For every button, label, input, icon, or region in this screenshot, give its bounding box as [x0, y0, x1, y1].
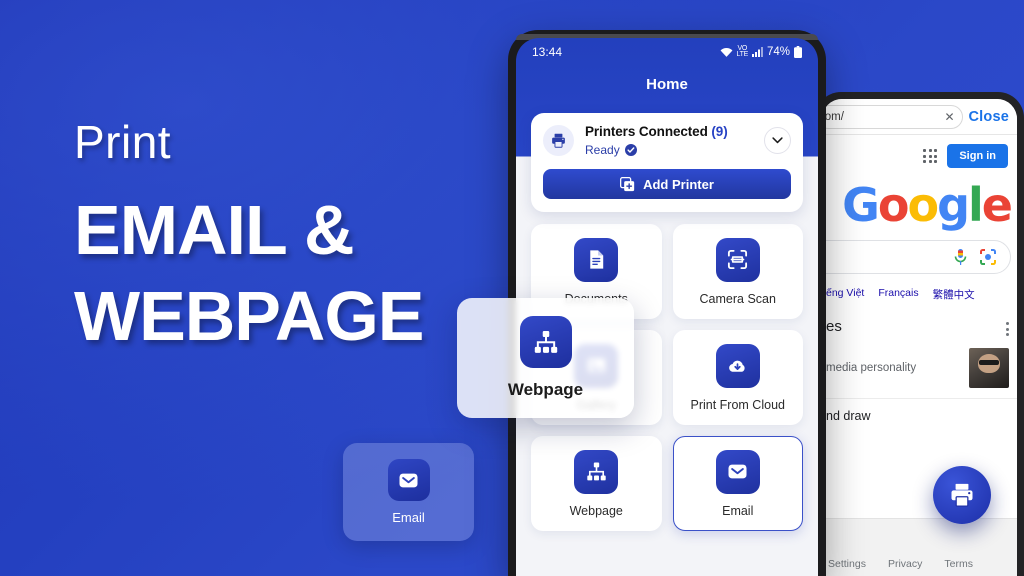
- tile-print-from-cloud[interactable]: Print From Cloud: [672, 330, 803, 425]
- footer-link-settings[interactable]: Settings: [828, 558, 866, 570]
- section-title: es: [826, 318, 842, 335]
- printers-connected-card: Printers Connected (9) Ready Add Printer: [531, 113, 803, 212]
- tile-label: Print From Cloud: [690, 397, 785, 412]
- microphone-icon[interactable]: [954, 248, 967, 266]
- google-search-box[interactable]: [822, 240, 1011, 274]
- tile-webpage[interactable]: Webpage: [531, 436, 662, 531]
- apps-grid-icon[interactable]: [923, 149, 938, 163]
- language-links: ếng Việt Français 繁體中文: [822, 287, 1017, 302]
- email-icon: [387, 459, 430, 501]
- logo-letter: G: [842, 178, 880, 232]
- vowifi-icon: VO LTE: [736, 45, 749, 58]
- language-link[interactable]: ếng Việt: [826, 287, 864, 302]
- google-logo: Google: [822, 182, 1017, 228]
- result-description: media personality: [826, 362, 917, 374]
- sign-in-button[interactable]: Sign in: [947, 144, 1008, 168]
- footer-link-terms[interactable]: Terms: [944, 558, 973, 570]
- logo-letter: o: [907, 178, 939, 232]
- printers-text: Printers Connected (9) Ready: [585, 123, 753, 157]
- printers-count: (9): [711, 124, 728, 139]
- tile-label: Webpage: [569, 503, 623, 518]
- logo-letter: g: [937, 178, 970, 232]
- floating-webpage-card[interactable]: Webpage: [457, 298, 634, 418]
- check-badge-icon: [624, 144, 637, 156]
- google-footer: Settings Privacy Terms: [822, 518, 1017, 576]
- right-phone-mockup: com/ ✕ Close Sign in Google: [815, 92, 1024, 576]
- printers-title-text: Printers Connected: [585, 124, 708, 139]
- add-printer-label: Add Printer: [643, 176, 714, 192]
- floating-email-card[interactable]: Email: [343, 443, 474, 541]
- floating-webpage-label: Webpage: [507, 380, 584, 399]
- tile-label: Email: [722, 503, 754, 518]
- url-bar[interactable]: com/ ✕: [822, 104, 963, 129]
- promo-banner: Print EMAIL & WEBPAGE com/ ✕ Close: [0, 0, 1024, 576]
- document-icon: [574, 237, 619, 282]
- floating-email-label: Email: [392, 510, 425, 525]
- language-link[interactable]: 繁體中文: [933, 287, 975, 302]
- status-time: 13:44: [532, 45, 563, 59]
- battery-icon: [794, 46, 802, 58]
- tile-email[interactable]: Email: [672, 436, 803, 531]
- add-printer-button[interactable]: Add Printer: [543, 169, 791, 199]
- status-label: Ready: [585, 143, 620, 157]
- tile-camera-scan[interactable]: Camera Scan: [672, 224, 803, 319]
- status-bar: 13:44 VO LTE 74%: [516, 38, 818, 66]
- sitemap-icon: [519, 316, 572, 368]
- email-icon: [715, 449, 760, 494]
- close-button[interactable]: Close: [969, 109, 1010, 125]
- signal-icon: [751, 47, 763, 57]
- headline-line-1: EMAIL &: [74, 191, 354, 270]
- logo-letter: l: [968, 178, 984, 232]
- google-section: es: [822, 318, 1017, 336]
- footer-links: Settings Privacy Terms: [828, 558, 973, 570]
- logo-letter: e: [981, 178, 1013, 232]
- right-phone-frame: com/ ✕ Close Sign in Google: [815, 92, 1024, 576]
- printer-icon: [543, 124, 574, 156]
- headline-line-2: WEBPAGE: [74, 276, 424, 355]
- headline: EMAIL & WEBPAGE: [74, 188, 424, 359]
- footer-link-privacy[interactable]: Privacy: [888, 558, 922, 570]
- chevron-down-icon[interactable]: [764, 126, 791, 154]
- tile-label: Camera Scan: [699, 291, 776, 306]
- page-title: Home: [646, 76, 688, 93]
- google-lens-icon[interactable]: [980, 249, 996, 265]
- logo-letter: o: [877, 178, 910, 232]
- printers-title: Printers Connected (9): [585, 124, 728, 139]
- person-thumbnail: [969, 348, 1009, 388]
- close-x-icon[interactable]: ✕: [944, 110, 954, 124]
- marketing-copy: Print EMAIL & WEBPAGE: [74, 118, 424, 359]
- status-icons: VO LTE 74%: [720, 45, 802, 58]
- battery-percent: 74%: [766, 46, 790, 58]
- result-card[interactable]: media personality: [822, 348, 1017, 399]
- right-phone-screen: com/ ✕ Close Sign in Google: [822, 99, 1017, 576]
- add-square-icon: [620, 176, 635, 192]
- printers-row: Printers Connected (9) Ready: [543, 123, 791, 157]
- wifi-icon: [720, 47, 733, 58]
- sitemap-icon: [574, 449, 619, 494]
- printers-status: Ready: [585, 143, 753, 157]
- scan-frame-icon: [715, 237, 760, 282]
- language-link[interactable]: Français: [878, 287, 918, 302]
- google-header: Sign in: [822, 135, 1017, 168]
- browser-toolbar: com/ ✕ Close: [822, 99, 1017, 135]
- cloud-download-icon: [715, 343, 760, 388]
- result-row[interactable]: nd draw: [822, 409, 1017, 423]
- more-vertical-icon[interactable]: [1006, 318, 1009, 336]
- printer-icon: [951, 483, 973, 507]
- print-fab-button[interactable]: [933, 466, 991, 524]
- kicker-text: Print: [74, 116, 172, 168]
